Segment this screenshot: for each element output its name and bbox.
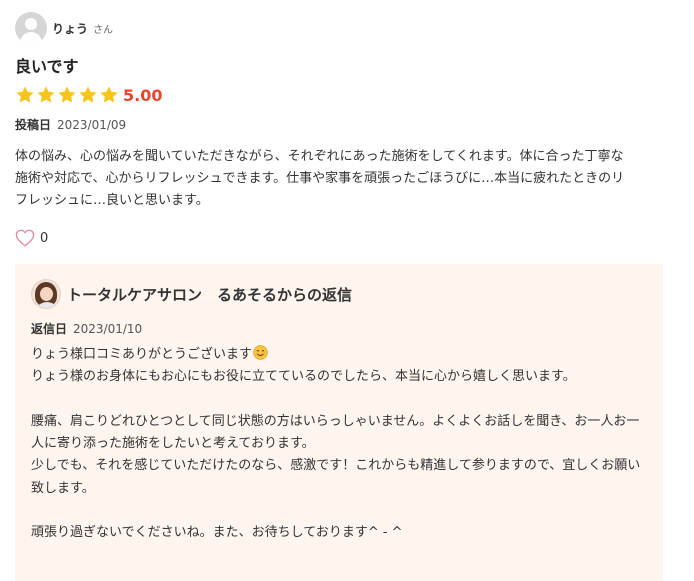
star-icon	[36, 85, 56, 105]
user-avatar-icon	[15, 12, 47, 44]
review-body: 体の悩み、心の悩みを聞いていただきながら、それぞれにあった施術をしてくれます。体…	[15, 149, 625, 208]
posted-label: 投稿日	[15, 118, 52, 132]
star-icon	[15, 85, 35, 105]
star-icon	[78, 85, 98, 105]
reviewer-honorific: さん	[93, 24, 114, 36]
replied-label: 返信日	[31, 322, 68, 336]
reply-first-line: りょう様口コミありがとうございます	[31, 347, 253, 362]
stars-container	[15, 85, 120, 105]
owner-reply: トータルケアサロン るあそるからの返信 返信日 2023/01/10 りょう様口コ…	[15, 264, 663, 581]
posted-date-value: 2023/01/09	[57, 118, 127, 132]
replied-date: 返信日 2023/01/10	[31, 320, 142, 337]
review-title: 良いです	[15, 57, 79, 76]
star-icon	[57, 85, 77, 105]
reply-message: りょう様のお身体にもお心にもお役に立てているのでしたら、本当に心から嬉しく思いま…	[31, 369, 641, 541]
salon-avatar	[31, 279, 61, 309]
heart-icon	[15, 229, 35, 247]
reply-title: トータルケアサロン るあそるからの返信	[67, 285, 353, 304]
like-count: 0	[40, 230, 49, 246]
star-icon	[99, 85, 119, 105]
like-button[interactable]: 0	[15, 228, 48, 248]
reply-body: りょう様口コミありがとうございます りょう様のお身体にもお心にもお役に立てている…	[31, 344, 651, 545]
replied-date-value: 2023/01/10	[73, 322, 143, 336]
reply-header: トータルケアサロン るあそるからの返信	[31, 278, 352, 310]
rating-score: 5.00	[123, 85, 163, 105]
smiling-face-emoji-icon	[253, 345, 268, 360]
star-rating: 5.00	[15, 84, 162, 106]
reviewer-info: りょう さん	[15, 12, 113, 44]
posted-date: 投稿日 2023/01/09	[15, 116, 126, 133]
reviewer-name: りょう	[52, 21, 89, 36]
